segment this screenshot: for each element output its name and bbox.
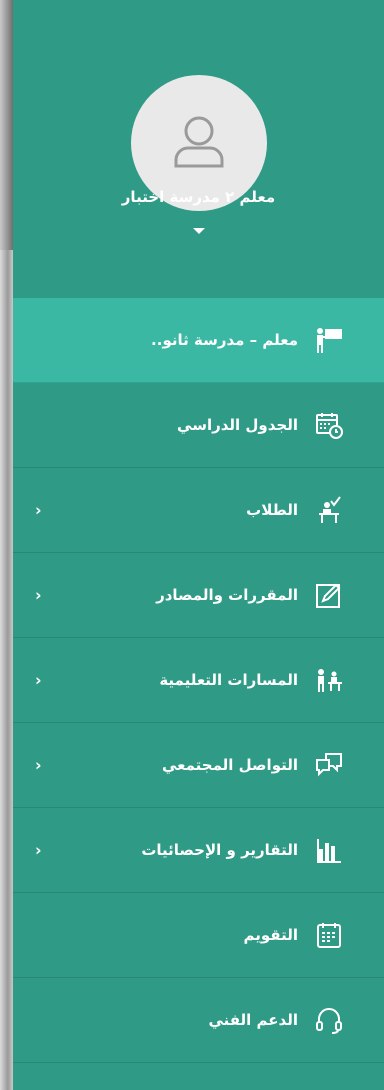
menu-item-students[interactable]: الطلاب ‹ — [13, 468, 384, 553]
chevron-left-icon: ‹ — [35, 755, 42, 775]
bar-chart-icon — [314, 835, 344, 865]
menu-label: الدعم الفني — [208, 1011, 298, 1029]
sidebar: معلم ٢ مدرسة اختبار معلم – مدرسة ثانو.. — [13, 0, 384, 1090]
background-strip — [0, 0, 13, 1090]
menu-label: التقويم — [243, 926, 299, 944]
profile-name[interactable]: معلم ٢ مدرسة اختبار — [13, 188, 384, 206]
menu-item-learning-paths[interactable]: المسارات التعليمية ‹ — [13, 638, 384, 723]
user-icon — [174, 116, 223, 168]
calendar-clock-icon — [314, 410, 344, 440]
menu-item-support[interactable]: الدعم الفني — [13, 978, 384, 1063]
menu-item-school[interactable]: معلم – مدرسة ثانو.. — [13, 298, 384, 383]
menu-label: المسارات التعليمية — [159, 671, 298, 689]
edit-note-icon — [314, 580, 344, 610]
background-shadow — [0, 0, 13, 250]
teacher-board-icon — [314, 325, 344, 355]
menu-label: المقررات والمصادر — [156, 586, 298, 604]
menu-item-calendar[interactable]: التقويم — [13, 893, 384, 978]
classroom-icon — [314, 665, 344, 695]
menu-item-reports[interactable]: التقارير و الإحصائيات ‹ — [13, 808, 384, 893]
chat-bubbles-icon — [314, 750, 344, 780]
menu-label: التواصل المجتمعي — [161, 756, 298, 774]
menu-item-schedule[interactable]: الجدول الدراسي — [13, 383, 384, 468]
profile-dropdown-caret[interactable] — [192, 228, 205, 234]
menu-item-community[interactable]: التواصل المجتمعي ‹ — [13, 723, 384, 808]
chevron-left-icon: ‹ — [35, 585, 42, 605]
student-desk-icon — [314, 495, 344, 525]
menu-label: الطلاب — [246, 501, 298, 519]
chevron-left-icon: ‹ — [35, 840, 42, 860]
chevron-left-icon: ‹ — [35, 500, 42, 520]
menu-label: معلم – مدرسة ثانو.. — [151, 331, 298, 349]
menu-item-courses[interactable]: المقررات والمصادر ‹ — [13, 553, 384, 638]
main-menu: معلم – مدرسة ثانو.. الجدول الدراسي الطلا… — [13, 298, 384, 1063]
menu-label: التقارير و الإحصائيات — [141, 841, 298, 859]
chevron-left-icon: ‹ — [35, 670, 42, 690]
menu-label: الجدول الدراسي — [177, 416, 298, 434]
calendar-icon — [314, 920, 344, 950]
headset-icon — [314, 1005, 344, 1035]
profile-section: معلم ٢ مدرسة اختبار — [13, 0, 384, 298]
